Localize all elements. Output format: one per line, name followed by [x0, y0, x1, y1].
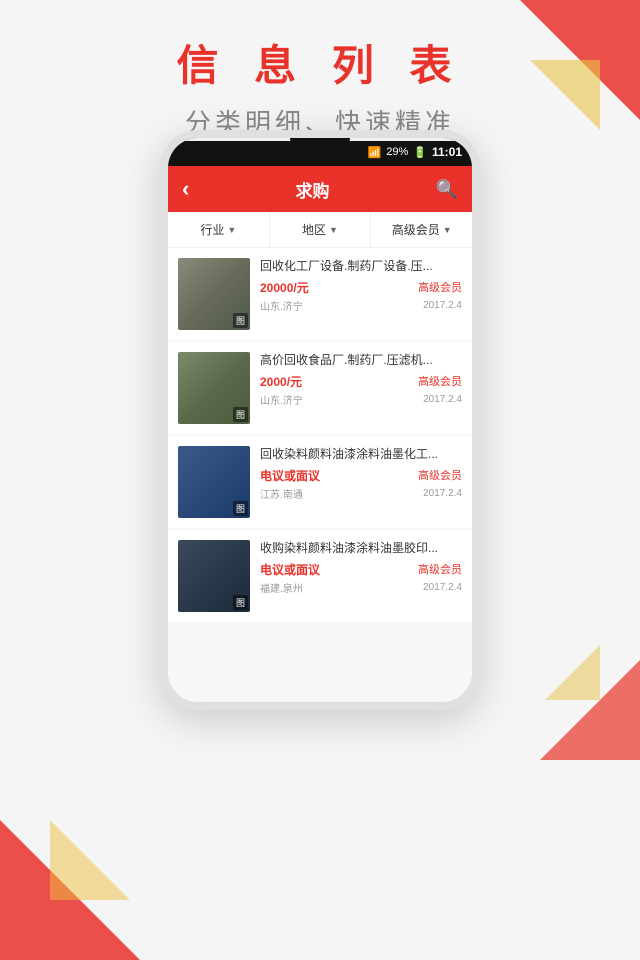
item-content-3: 回收染料颜料油漆涂料油墨化工... 电议或面议 高级会员 江苏.南通 2017.… — [260, 446, 462, 503]
item-price-3: 电议或面议 — [260, 467, 320, 484]
item-price-1: 20000/元 — [260, 279, 309, 296]
item-date-1: 2017.2.4 — [423, 300, 462, 311]
filter-industry-label: 行业 — [200, 221, 224, 238]
filter-region[interactable]: 地区 ▼ — [270, 212, 372, 247]
item-content-1: 回收化工厂设备.制药厂设备.压... 20000/元 高级会员 山东.济宁 20… — [260, 258, 462, 315]
item-badge-2: 高级会员 — [418, 373, 462, 389]
filter-member-label: 高级会员 — [392, 221, 440, 238]
img-label-2: 图 — [233, 407, 248, 422]
item-date-2: 2017.2.4 — [423, 394, 462, 405]
filter-industry[interactable]: 行业 ▼ — [168, 212, 270, 247]
item-title-1: 回收化工厂设备.制药厂设备.压... — [260, 258, 462, 275]
page-title: 信 息 列 表 — [0, 32, 640, 93]
item-location-1: 山东.济宁 — [260, 298, 303, 313]
search-button[interactable]: 🔍 — [436, 179, 458, 200]
phone-volume-down-button — [160, 298, 163, 333]
item-list: 图 回收化工厂设备.制药厂设备.压... 20000/元 高级会员 山东.济宁 … — [168, 248, 472, 710]
nav-title: 求购 — [295, 177, 329, 202]
item-title-2: 高价回收食品厂.制药厂.压滤机... — [260, 352, 462, 369]
item-location-2: 山东.济宁 — [260, 392, 303, 407]
filter-region-label: 地区 — [302, 221, 326, 238]
item-image-3: 图 — [178, 446, 250, 518]
nav-bar: ‹ 求购 🔍 — [168, 166, 472, 212]
phone-camera — [290, 138, 350, 146]
filter-industry-arrow: ▼ — [227, 225, 236, 235]
list-item[interactable]: 图 高价回收食品厂.制药厂.压滤机... 2000/元 高级会员 山东.济宁 2… — [168, 342, 472, 434]
item-title-4: 收购染料颜料油漆涂料油墨胶印... — [260, 540, 462, 557]
item-image-2: 图 — [178, 352, 250, 424]
list-item[interactable]: 图 回收染料颜料油漆涂料油墨化工... 电议或面议 高级会员 江苏.南通 201… — [168, 436, 472, 528]
item-badge-3: 高级会员 — [418, 467, 462, 483]
back-button[interactable]: ‹ — [182, 176, 189, 202]
phone-screen: 📶 29% 🔋 11:01 ‹ 求购 🔍 行业 ▼ 地区 ▼ 高级会员 — [160, 130, 480, 710]
list-item[interactable]: 图 收购染料颜料油漆涂料油墨胶印... 电议或面议 高级会员 福建.泉州 201… — [168, 530, 472, 622]
item-price-4: 电议或面议 — [260, 561, 320, 578]
item-image-4: 图 — [178, 540, 250, 612]
phone-power-button — [477, 238, 480, 278]
battery-percent: 29% — [386, 146, 408, 158]
phone-mute-button — [160, 218, 163, 243]
item-badge-4: 高级会员 — [418, 561, 462, 577]
list-item[interactable]: 图 回收化工厂设备.制药厂设备.压... 20000/元 高级会员 山东.济宁 … — [168, 248, 472, 340]
filter-bar: 行业 ▼ 地区 ▼ 高级会员 ▼ — [168, 212, 472, 248]
status-time: 11:01 — [432, 145, 462, 159]
item-date-4: 2017.2.4 — [423, 582, 462, 593]
item-image-1: 图 — [178, 258, 250, 330]
page-header: 信 息 列 表 分类明细、快速精准 — [0, 0, 640, 150]
battery-icon: 🔋 — [413, 146, 427, 159]
item-content-2: 高价回收食品厂.制药厂.压滤机... 2000/元 高级会员 山东.济宁 201… — [260, 352, 462, 409]
deco-tri-mid-right2 — [545, 645, 600, 700]
filter-member-arrow: ▼ — [443, 225, 452, 235]
item-title-3: 回收染料颜料油漆涂料油墨化工... — [260, 446, 462, 463]
item-date-3: 2017.2.4 — [423, 488, 462, 499]
filter-region-arrow: ▼ — [329, 225, 338, 235]
signal-icon: 📶 — [368, 146, 382, 159]
phone-volume-up-button — [160, 253, 163, 288]
item-location-4: 福建.泉州 — [260, 580, 303, 595]
item-location-3: 江苏.南通 — [260, 486, 303, 501]
img-label-4: 图 — [233, 595, 248, 610]
img-label-3: 图 — [233, 501, 248, 516]
item-badge-1: 高级会员 — [418, 279, 462, 295]
filter-member[interactable]: 高级会员 ▼ — [371, 212, 472, 247]
deco-tri-bottom-left2 — [50, 820, 130, 900]
item-price-2: 2000/元 — [260, 373, 302, 390]
img-label-1: 图 — [233, 313, 248, 328]
item-content-4: 收购染料颜料油漆涂料油墨胶印... 电议或面议 高级会员 福建.泉州 2017.… — [260, 540, 462, 597]
phone-mockup: 📶 29% 🔋 11:01 ‹ 求购 🔍 行业 ▼ 地区 ▼ 高级会员 — [160, 130, 480, 710]
